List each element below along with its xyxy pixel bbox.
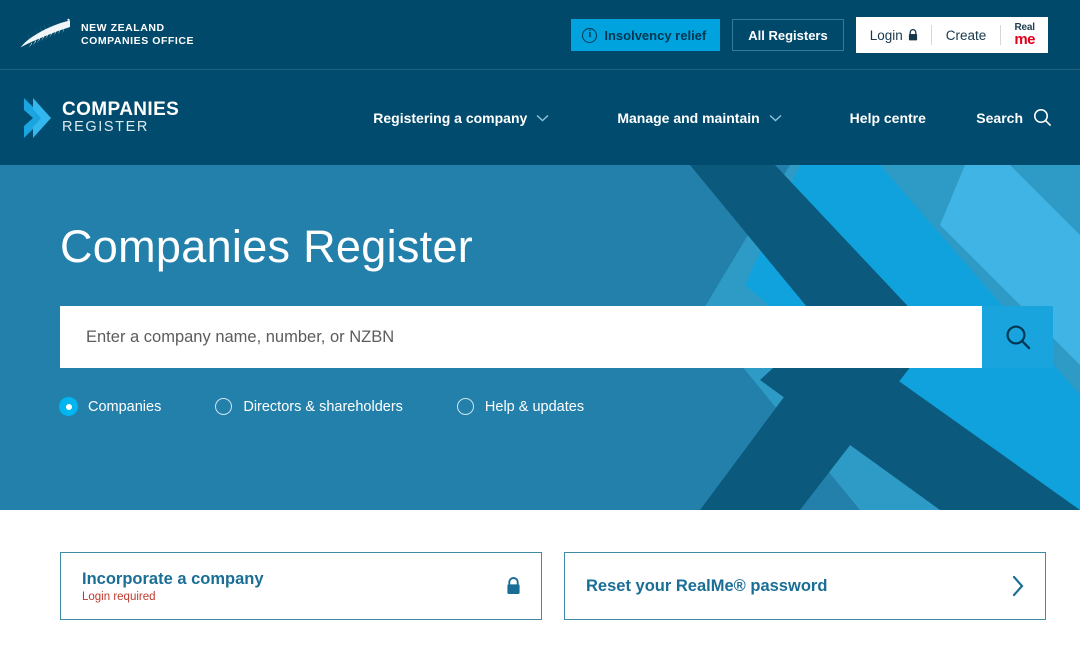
nav-item-manage-and-maintain[interactable]: Manage and maintain [583, 110, 815, 126]
chevron-down-icon [769, 114, 782, 121]
nav-item-label: Registering a company [373, 109, 528, 126]
nav-item-registering-a-company[interactable]: Registering a company [339, 110, 583, 126]
nav-logo-line-2: REGISTER [62, 118, 149, 135]
account-box: Login Create Real me [855, 17, 1048, 53]
insolvency-relief-label: Insolvency relief [604, 27, 707, 43]
nav-logo-text: COMPANIES REGISTER [62, 98, 180, 135]
logo-text: NEW ZEALAND COMPANIES OFFICE [81, 22, 194, 48]
nav-item-label: Help centre [849, 109, 926, 126]
nav-search-button[interactable]: Search [976, 108, 1052, 127]
quick-links: Incorporate a company Login required Res… [0, 510, 1080, 620]
company-search-bar [60, 306, 1053, 368]
lock-icon [908, 29, 917, 41]
logo-line-2: COMPANIES OFFICE [81, 35, 195, 47]
chevron-right-logo-icon [24, 97, 51, 138]
radio-label: Directors & shareholders [243, 398, 403, 415]
radio-option-help-updates[interactable]: Help & updates [456, 398, 585, 415]
radio-indicator [60, 398, 77, 415]
search-input[interactable] [60, 306, 982, 368]
radio-label: Companies [88, 398, 162, 415]
radio-option-directors-shareholders[interactable]: Directors & shareholders [215, 398, 403, 415]
create-label: Create [945, 27, 987, 43]
realme-line-2: me [1014, 31, 1035, 48]
realme-logo[interactable]: Real me [1001, 23, 1048, 48]
card-incorporate-a-company[interactable]: Incorporate a company Login required [60, 552, 542, 620]
nav-search-label: Search [976, 109, 1023, 126]
search-submit-button[interactable] [982, 306, 1053, 368]
chevron-right-icon [1011, 575, 1025, 597]
nav-item-help-centre[interactable]: Help centre [816, 110, 960, 126]
hero-content: Companies Register Companies Directors &… [0, 165, 1080, 415]
utility-bar: NEW ZEALAND COMPANIES OFFICE i Insolvenc… [0, 0, 1080, 70]
logo-line-1: NEW ZEALAND [81, 22, 165, 35]
card-text: Incorporate a company Login required [82, 570, 264, 603]
all-registers-button[interactable]: All Registers [732, 19, 844, 51]
create-account-button[interactable]: Create [932, 28, 1001, 43]
nav-items: Registering a company Manage and maintai… [339, 110, 960, 126]
silver-fern-icon [20, 18, 70, 48]
nav-item-label: Manage and maintain [617, 109, 760, 126]
nz-companies-office-logo[interactable]: NEW ZEALAND COMPANIES OFFICE [18, 18, 194, 52]
insolvency-relief-button[interactable]: i Insolvency relief [571, 19, 721, 51]
login-button[interactable]: Login [870, 28, 931, 43]
search-icon [1006, 325, 1030, 350]
nav-logo-line-1: COMPANIES [62, 98, 180, 120]
chevron-down-icon [536, 114, 549, 121]
card-title: Reset your RealMe® password [586, 576, 828, 595]
hero-banner: Companies Register Companies Directors &… [0, 165, 1080, 510]
radio-indicator [215, 398, 233, 415]
card-title: Incorporate a company [82, 569, 264, 588]
login-label: Login [869, 27, 903, 43]
radio-indicator [456, 398, 474, 415]
utility-actions: i Insolvency relief All Registers Login … [571, 17, 1048, 53]
page-title: Companies Register [60, 221, 474, 272]
radio-option-companies[interactable]: Companies [60, 398, 161, 415]
radio-label: Help & updates [484, 398, 585, 415]
info-circle-icon: i [582, 27, 598, 43]
card-subtitle: Login required [82, 590, 156, 603]
lock-icon [506, 577, 521, 595]
all-registers-label: All Registers [748, 27, 828, 43]
card-text: Reset your RealMe® password [586, 577, 827, 596]
search-icon [1034, 109, 1052, 127]
companies-register-logo[interactable]: COMPANIES REGISTER [22, 96, 179, 140]
search-scope-radio-group: Companies Directors & shareholders Help … [60, 398, 1080, 415]
card-reset-realme-password[interactable]: Reset your RealMe® password [564, 552, 1046, 620]
main-navigation: COMPANIES REGISTER Registering a company… [0, 70, 1080, 165]
